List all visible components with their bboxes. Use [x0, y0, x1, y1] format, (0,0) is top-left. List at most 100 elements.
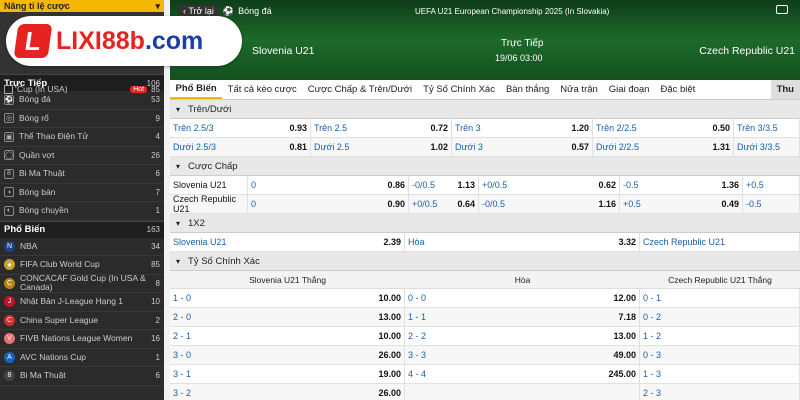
tab-3[interactable]: Tỷ Số Chính Xác	[418, 80, 501, 99]
odds-label: Hòa	[408, 237, 425, 247]
odds-value: 3.32	[618, 237, 636, 247]
column-header: Slovenia U21 Thắng	[249, 274, 326, 285]
sidebar-item-live[interactable]: ◐ Bóng chuyền 1	[0, 202, 164, 221]
sidebar-item-live[interactable]: ◎ Bóng rổ 9	[0, 110, 164, 128]
sidebar-item-live[interactable]: ◯ Quần vợt 26	[0, 147, 164, 165]
table-row: Slovenia U21 0 0.86 -0/0.5 1.13 +0/0.5 0.62 -0.…	[170, 176, 800, 195]
odds-cell[interactable]: 2 - 3	[640, 384, 800, 400]
odds-cell[interactable]: Trên 2.5 0.72	[311, 119, 452, 137]
1x2-header[interactable]: ▾ 1X2	[170, 214, 800, 233]
sidebar-item-count: 85	[151, 260, 160, 270]
odds-value: 1.36	[721, 180, 739, 190]
correct-score-rows: 1 - 0 10.00 0 - 0 12.00 0 - 1 2 - 0 13.00 1 - 1…	[170, 289, 800, 400]
odds-cell[interactable]: Czech Republic U21	[640, 233, 800, 251]
sidebar-item-count: 10	[151, 297, 160, 307]
sidebar-item-live[interactable]: 8 Bi Ma Thuật 6	[0, 165, 164, 184]
odds-cell[interactable]: Slovenia U21 2.39	[170, 233, 405, 251]
table-row: Trên 2.5/3 0.93 Trên 2.5 0.72 Trên 3 1.20 Trên…	[170, 119, 800, 138]
odds-cell[interactable]: +0/0.5 0.62	[479, 176, 620, 194]
odds-cell[interactable]: Trên 2/2.5 0.50	[593, 119, 734, 137]
sidebar-item-league[interactable]: 8 Bi Ma Thuật 6	[0, 367, 164, 386]
odds-cell[interactable]: -0.5	[743, 195, 800, 213]
sidebar-item-league[interactable]: V FIVB Nations League Women 16	[0, 330, 164, 349]
chevron-down-icon: ▾	[176, 161, 181, 171]
odds-cell[interactable]: 1 - 1 7.18	[405, 308, 640, 326]
over-under-header[interactable]: ▾ Trên/Dưới	[170, 100, 800, 119]
jleague-icon: J	[4, 296, 15, 308]
volleyball-icon: ◐	[4, 205, 14, 216]
odds-cell[interactable]: 0 0.86	[248, 176, 409, 194]
sport-label[interactable]: Bóng đá	[238, 6, 272, 16]
sidebar-item-label: FIVB Nations League Women	[20, 333, 133, 344]
odds-cell[interactable]: -0.5 1.36	[620, 176, 743, 194]
odds-cell[interactable]	[405, 384, 640, 400]
odds-cell[interactable]: 0 - 3	[640, 346, 800, 364]
tab-6[interactable]: Giai đoạn	[603, 80, 655, 99]
correct-score-header[interactable]: ▾ Tỷ Số Chính Xác	[170, 252, 800, 271]
odds-label: 1 - 0	[173, 293, 192, 303]
promo-item[interactable]: Cup (In USA) Hot 85	[4, 78, 160, 100]
sidebar-item-league[interactable]: ★ FIFA Club World Cup 85	[0, 256, 164, 275]
sidebar-item-league[interactable]: C China Super League 2	[0, 312, 164, 330]
odds-cell[interactable]: Dưới 2.5/3 0.81	[170, 138, 311, 156]
odds-cell[interactable]: 0 - 2	[640, 308, 800, 326]
odds-cell[interactable]: Dưới 3 0.57	[452, 138, 593, 156]
odds-cell[interactable]: +0/0.5 0.64	[409, 195, 479, 213]
odds-value: 7.18	[618, 312, 636, 322]
popular-section-header[interactable]: Phổ Biến 163	[0, 220, 164, 238]
hot-badge: Hot	[130, 85, 148, 93]
odds-cell[interactable]: 2 - 0 13.00	[170, 308, 405, 326]
odds-cell[interactable]: Trên 3 1.20	[452, 119, 593, 137]
tab-1[interactable]: Tất cả kèo cược	[222, 80, 302, 99]
odds-label: 1 - 3	[643, 369, 662, 379]
odds-cell[interactable]: Dưới 3/3.5	[734, 138, 800, 156]
odds-label: 3 - 0	[173, 350, 192, 360]
tab-5[interactable]: Nửa trận	[555, 80, 604, 99]
odds-cell[interactable]: +0.5	[743, 176, 800, 194]
sidebar-item-count: 34	[151, 241, 160, 251]
odds-cell[interactable]: -0/0.5 1.13	[409, 176, 479, 194]
odds-cell[interactable]: 2 - 1 10.00	[170, 327, 405, 345]
odds-cell[interactable]: 3 - 2 26.00	[170, 384, 405, 400]
promo-count: 85	[151, 84, 160, 94]
sidebar-item-league[interactable]: A AVC Nations Cup 1	[0, 349, 164, 367]
odds-cell[interactable]: Trên 2.5/3 0.93	[170, 119, 311, 137]
odds-cell[interactable]: 3 - 0 26.00	[170, 346, 405, 364]
sidebar-item-league[interactable]: C CONCACAF Gold Cup (In USA & Canada) 8	[0, 274, 164, 293]
odds-label: 1 - 1	[408, 312, 427, 322]
chevron-down-icon: ▾	[176, 218, 181, 228]
tab-4[interactable]: Bàn thắng	[500, 80, 554, 99]
odds-cell[interactable]: 4 - 4 245.00	[405, 365, 640, 383]
tv-icon[interactable]	[776, 5, 788, 14]
odds-cell[interactable]: 3 - 1 19.00	[170, 365, 405, 383]
sidebar-item-live[interactable]: ◑ Bóng bàn 7	[0, 184, 164, 202]
sidebar-item-league[interactable]: J Nhật Bản J-League Hạng 1 10	[0, 293, 164, 312]
odds-cell[interactable]: Dưới 2.5 1.02	[311, 138, 452, 156]
tab-2[interactable]: Cược Chấp & Trên/Dưới	[302, 80, 417, 99]
odds-cell[interactable]: Trên 3/3.5	[734, 119, 800, 137]
brand-logo[interactable]: L LIXI88b.com	[6, 16, 242, 66]
sidebar-item-league[interactable]: N NBA 34	[0, 238, 164, 256]
odds-cell[interactable]: 1 - 3	[640, 365, 800, 383]
odds-cell[interactable]: 0 0.90	[248, 195, 409, 213]
odds-cell[interactable]: 1 - 2	[640, 327, 800, 345]
handicap-header[interactable]: ▾ Cược Chấp	[170, 157, 800, 176]
collapse-button[interactable]: Thu	[770, 80, 800, 99]
odds-cell[interactable]: +0.5 0.49	[620, 195, 743, 213]
odds-cell[interactable]: Dưới 2/2.5 1.31	[593, 138, 734, 156]
away-team: Czech Republic U21	[699, 45, 795, 57]
tab-0[interactable]: Phổ Biến	[170, 80, 223, 99]
odds-cell[interactable]: 0 - 0 12.00	[405, 289, 640, 307]
odds-cell[interactable]: 1 - 0 10.00	[170, 289, 405, 307]
tab-7[interactable]: Đặc biệt	[655, 80, 701, 99]
odds-cell[interactable]: 3 - 3 49.00	[405, 346, 640, 364]
boost-odds-header[interactable]: Nâng tỉ lệ cược ▾	[0, 0, 164, 12]
sidebar-item-live[interactable]: ▣ Thể Thao Điện Tử 4	[0, 128, 164, 147]
odds-cell[interactable]: -0/0.5 1.16	[479, 195, 620, 213]
odds-cell[interactable]: 2 - 2 13.00	[405, 327, 640, 345]
odds-cell[interactable]: Hòa 3.32	[405, 233, 640, 251]
odds-cell[interactable]: 0 - 1	[640, 289, 800, 307]
odds-label: +0/0.5	[482, 180, 508, 190]
league-name: UEFA U21 European Championship 2025 (In …	[415, 7, 610, 16]
odds-label: 2 - 1	[173, 331, 192, 341]
